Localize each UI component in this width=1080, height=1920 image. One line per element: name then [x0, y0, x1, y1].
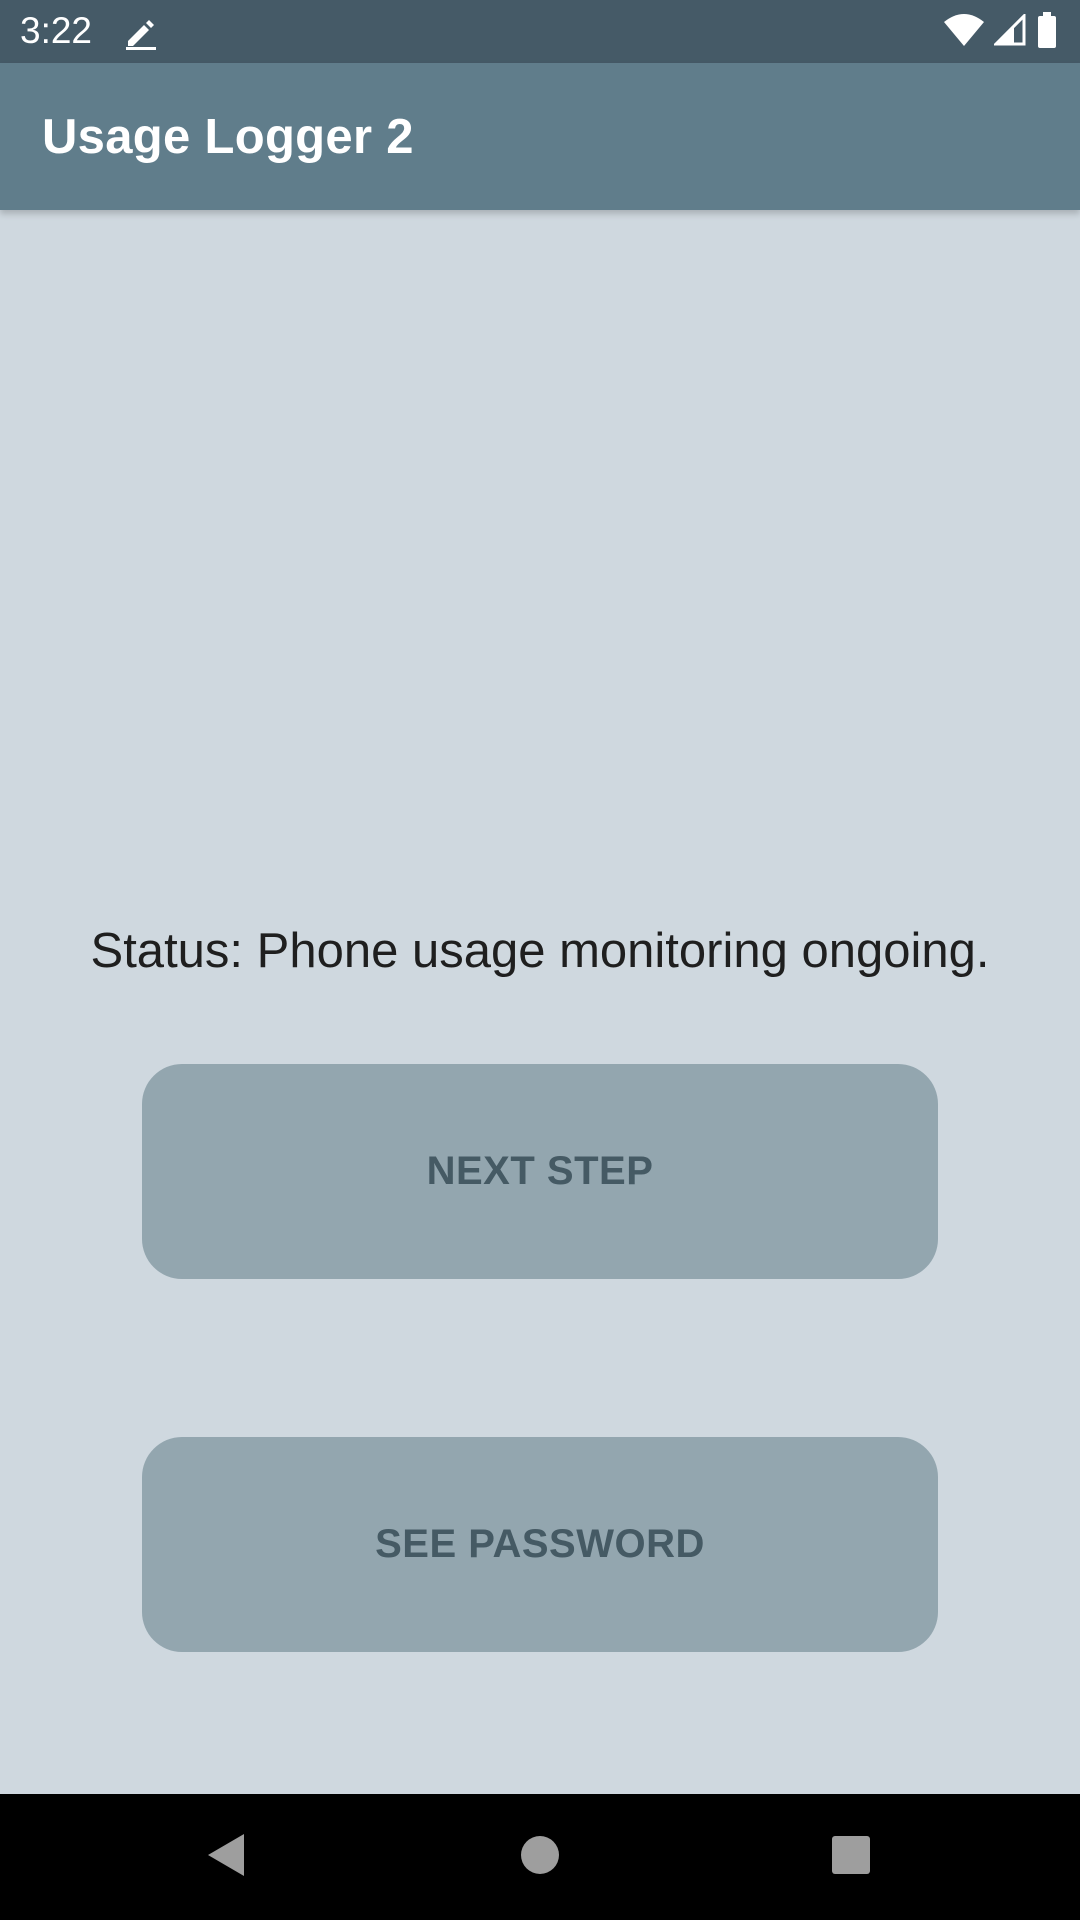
status-bar: 3:22	[0, 0, 1080, 63]
next-step-button[interactable]: NEXT STEP	[142, 1064, 938, 1279]
cellular-signal-icon	[992, 11, 1026, 51]
app-bar: Usage Logger 2	[0, 63, 1080, 210]
app-title: Usage Logger 2	[42, 110, 414, 164]
navigation-bar	[0, 1794, 1080, 1920]
home-button[interactable]	[470, 1794, 610, 1920]
status-icons	[944, 11, 1058, 53]
wifi-icon	[944, 13, 984, 51]
edit-icon	[124, 16, 158, 50]
status-time: 3:22	[20, 10, 93, 51]
status-text: Status: Phone usage monitoring ongoing.	[90, 924, 990, 978]
back-icon	[206, 1832, 246, 1883]
main-content: Status: Phone usage monitoring ongoing. …	[0, 210, 1080, 1794]
battery-icon	[1036, 11, 1058, 53]
back-button[interactable]	[156, 1794, 296, 1920]
see-password-button[interactable]: SEE PASSWORD	[142, 1437, 938, 1652]
home-icon	[520, 1835, 560, 1880]
recents-icon	[831, 1835, 871, 1880]
recents-button[interactable]	[781, 1794, 921, 1920]
